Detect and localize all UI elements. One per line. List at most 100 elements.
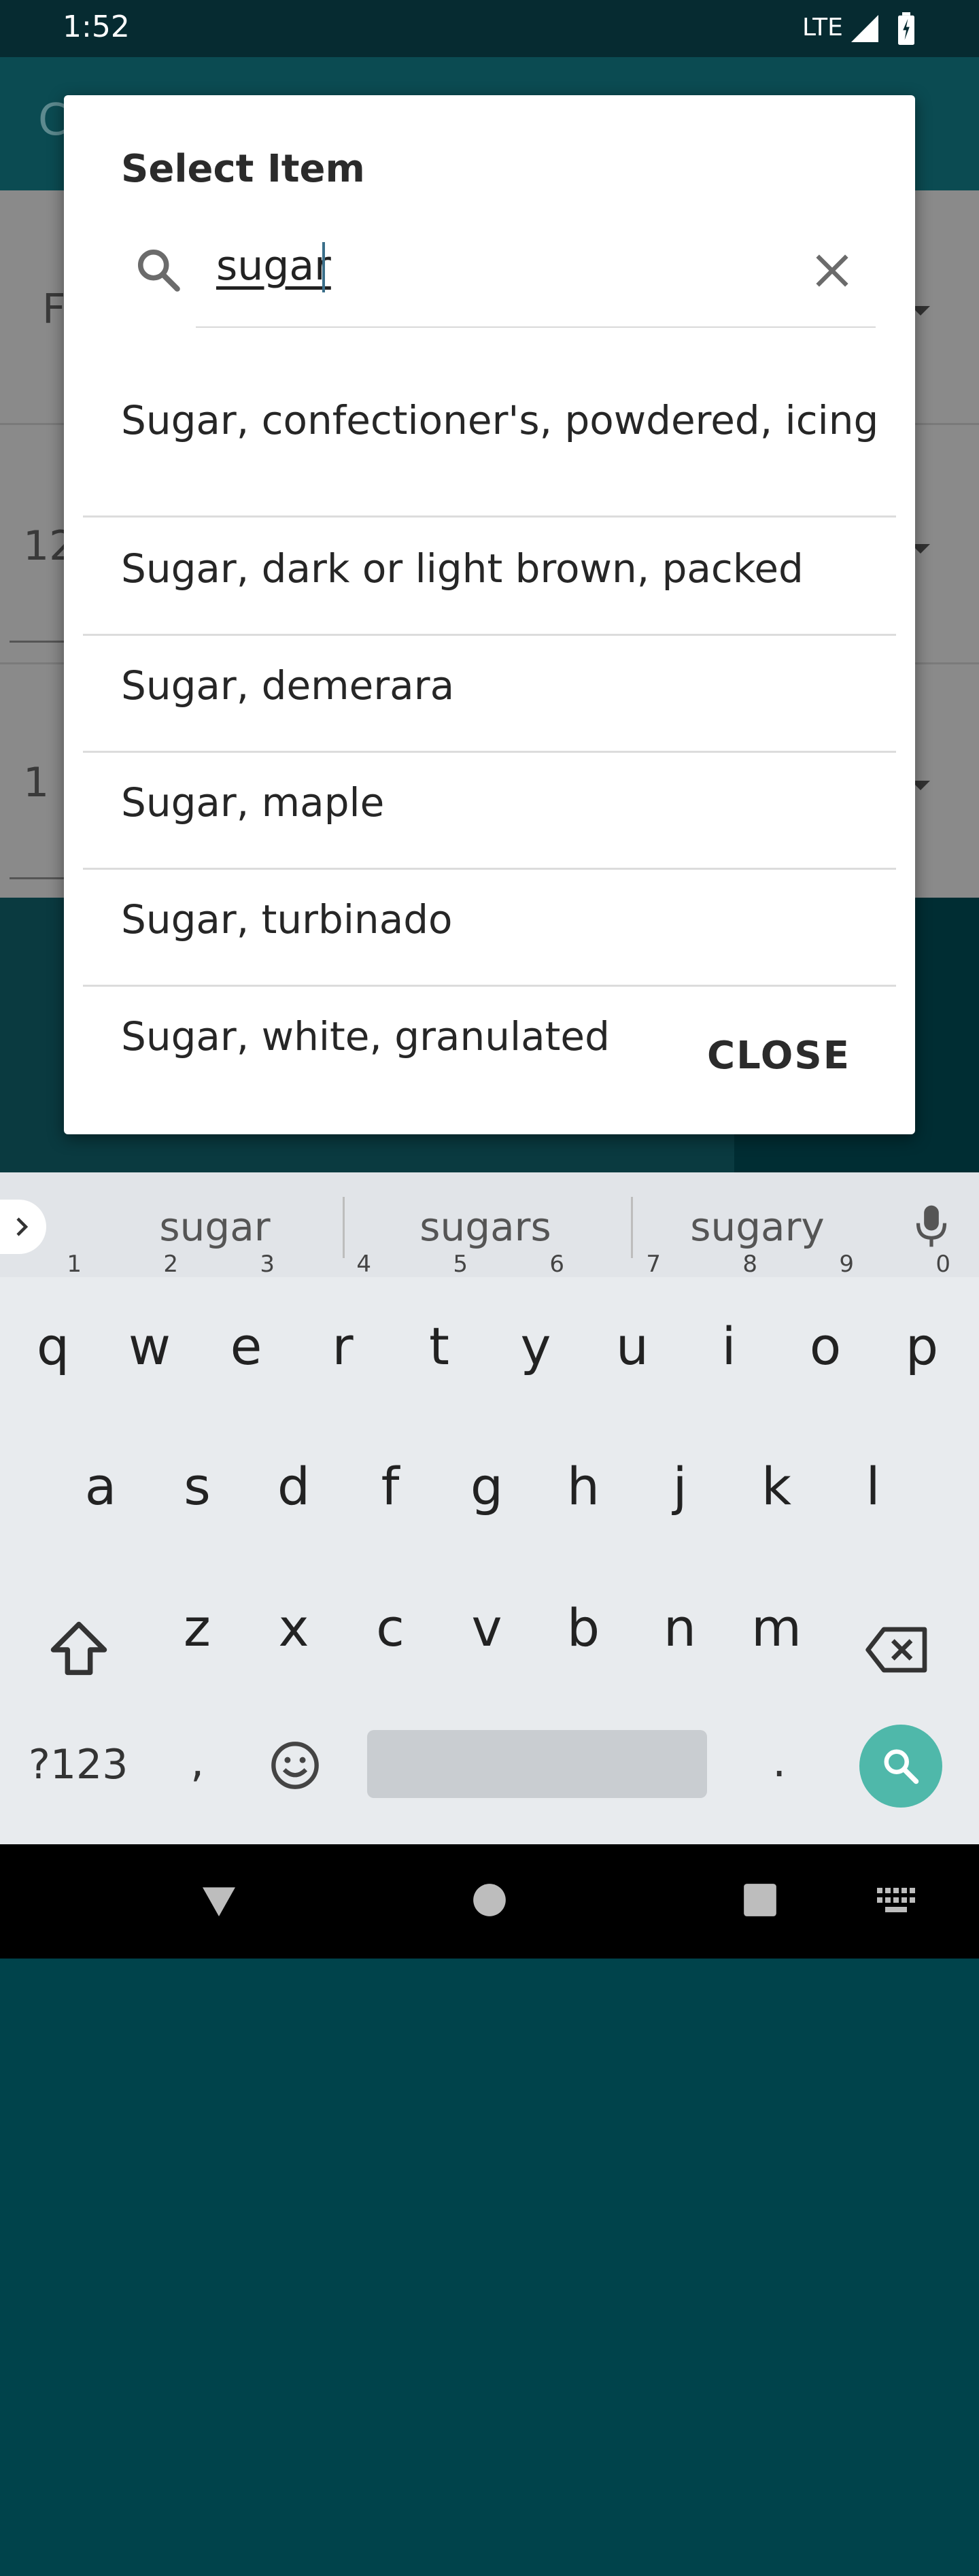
- search-underline: [196, 326, 876, 328]
- key-label: d: [277, 1456, 311, 1516]
- key-r[interactable]: r4: [302, 1253, 383, 1401]
- key-m[interactable]: m: [736, 1574, 817, 1682]
- key-p[interactable]: p0: [881, 1253, 963, 1401]
- back-icon[interactable]: [197, 1878, 241, 1922]
- key-label: u: [615, 1316, 649, 1376]
- key-f[interactable]: f: [349, 1432, 431, 1541]
- key-label: a: [84, 1456, 117, 1516]
- signal-icon: [851, 15, 878, 42]
- key-g[interactable]: g: [446, 1432, 528, 1541]
- key-hint: 5: [453, 1251, 468, 1278]
- result-label: Sugar, maple: [121, 779, 385, 826]
- search-icon: [884, 1749, 919, 1784]
- key-o[interactable]: o9: [785, 1253, 866, 1401]
- home-icon[interactable]: [472, 1882, 507, 1918]
- key-label: w: [128, 1316, 171, 1376]
- key-n[interactable]: n: [639, 1574, 721, 1682]
- field-underline: [10, 641, 64, 643]
- expand-suggestions-button[interactable]: [0, 1200, 46, 1254]
- key-label: j: [672, 1456, 687, 1516]
- key-q[interactable]: q1: [12, 1253, 94, 1401]
- key-label: x: [278, 1597, 309, 1658]
- search-input[interactable]: [216, 235, 753, 296]
- close-icon[interactable]: [810, 249, 854, 292]
- key-label: h: [566, 1456, 600, 1516]
- battery-icon: [898, 12, 914, 45]
- comma-key[interactable]: ,: [190, 1737, 204, 1787]
- keyboard-switch-icon[interactable]: [876, 1886, 916, 1914]
- soft-keyboard: sugar sugars sugary q1 w2 e3 r4 t5 y6 u7…: [0, 1172, 979, 1844]
- emoji-icon[interactable]: [269, 1740, 321, 1791]
- result-item[interactable]: Sugar, demerara: [83, 634, 896, 753]
- key-label: t: [429, 1316, 449, 1376]
- result-item[interactable]: Sugar, maple: [83, 751, 896, 870]
- key-label: s: [184, 1456, 211, 1516]
- close-button[interactable]: CLOSE: [707, 1034, 851, 1078]
- period-key[interactable]: .: [772, 1737, 786, 1787]
- divider: [343, 1197, 345, 1258]
- key-hint: 6: [549, 1251, 564, 1278]
- backspace-icon[interactable]: [863, 1621, 931, 1678]
- key-hint: 8: [742, 1251, 757, 1278]
- network-type: LTE: [802, 14, 843, 41]
- key-label: m: [751, 1597, 802, 1658]
- key-x[interactable]: x: [253, 1574, 334, 1682]
- key-hint: 2: [163, 1251, 178, 1278]
- key-label: y: [520, 1316, 551, 1376]
- key-label: p: [905, 1316, 939, 1376]
- key-t[interactable]: t5: [398, 1253, 480, 1401]
- recents-icon[interactable]: [742, 1882, 778, 1918]
- key-b[interactable]: b: [543, 1574, 624, 1682]
- key-k[interactable]: k: [736, 1432, 817, 1541]
- key-v[interactable]: v: [446, 1574, 528, 1682]
- suggestion-item[interactable]: sugar: [113, 1204, 317, 1250]
- key-hint: 4: [356, 1251, 371, 1278]
- key-label: q: [36, 1316, 70, 1376]
- key-label: o: [809, 1316, 842, 1376]
- key-l[interactable]: l: [832, 1432, 914, 1541]
- key-s[interactable]: s: [156, 1432, 238, 1541]
- key-hint: 3: [260, 1251, 275, 1278]
- space-key[interactable]: [367, 1730, 707, 1798]
- symbols-key[interactable]: ?123: [29, 1741, 128, 1789]
- result-item[interactable]: Sugar, turbinado: [83, 868, 896, 987]
- key-z[interactable]: z: [156, 1574, 238, 1682]
- key-label: n: [663, 1597, 697, 1658]
- suggestion-item[interactable]: sugary: [655, 1204, 859, 1250]
- suggestion-item[interactable]: sugars: [383, 1204, 587, 1250]
- search-icon: [137, 249, 180, 292]
- key-j[interactable]: j: [639, 1432, 721, 1541]
- result-item[interactable]: Sugar, confectioner's, powdered, icing: [83, 397, 896, 518]
- text-cursor: [322, 242, 325, 292]
- key-label: b: [566, 1597, 600, 1658]
- key-label: k: [761, 1456, 791, 1516]
- key-hint: 7: [646, 1251, 661, 1278]
- result-label: Sugar, demerara: [121, 662, 455, 709]
- divider: [631, 1197, 633, 1258]
- search-action-button[interactable]: [859, 1725, 942, 1808]
- key-label: e: [230, 1316, 262, 1376]
- shift-icon[interactable]: [45, 1616, 113, 1684]
- navigation-bar: [0, 1844, 979, 1959]
- chevron-right-icon: [16, 1217, 29, 1236]
- result-item[interactable]: Sugar, dark or light brown, packed: [83, 517, 896, 636]
- field-label: F: [42, 286, 66, 333]
- mic-icon[interactable]: [914, 1202, 949, 1250]
- key-e[interactable]: e3: [205, 1253, 287, 1401]
- key-d[interactable]: d: [253, 1432, 334, 1541]
- key-label: l: [865, 1456, 880, 1516]
- result-label: Sugar, dark or light brown, packed: [121, 545, 804, 592]
- key-i[interactable]: i8: [688, 1253, 770, 1401]
- result-label: Sugar, turbinado: [121, 896, 453, 943]
- key-a[interactable]: a: [60, 1432, 141, 1541]
- key-label: v: [471, 1597, 502, 1658]
- status-bar: 1:52 LTE: [0, 0, 979, 57]
- key-c[interactable]: c: [349, 1574, 431, 1682]
- key-h[interactable]: h: [543, 1432, 624, 1541]
- key-y[interactable]: y6: [495, 1253, 577, 1401]
- key-w[interactable]: w2: [109, 1253, 190, 1401]
- key-hint: 9: [839, 1251, 854, 1278]
- count-field: 1: [23, 759, 50, 807]
- key-u[interactable]: u7: [591, 1253, 673, 1401]
- key-label: z: [184, 1597, 211, 1658]
